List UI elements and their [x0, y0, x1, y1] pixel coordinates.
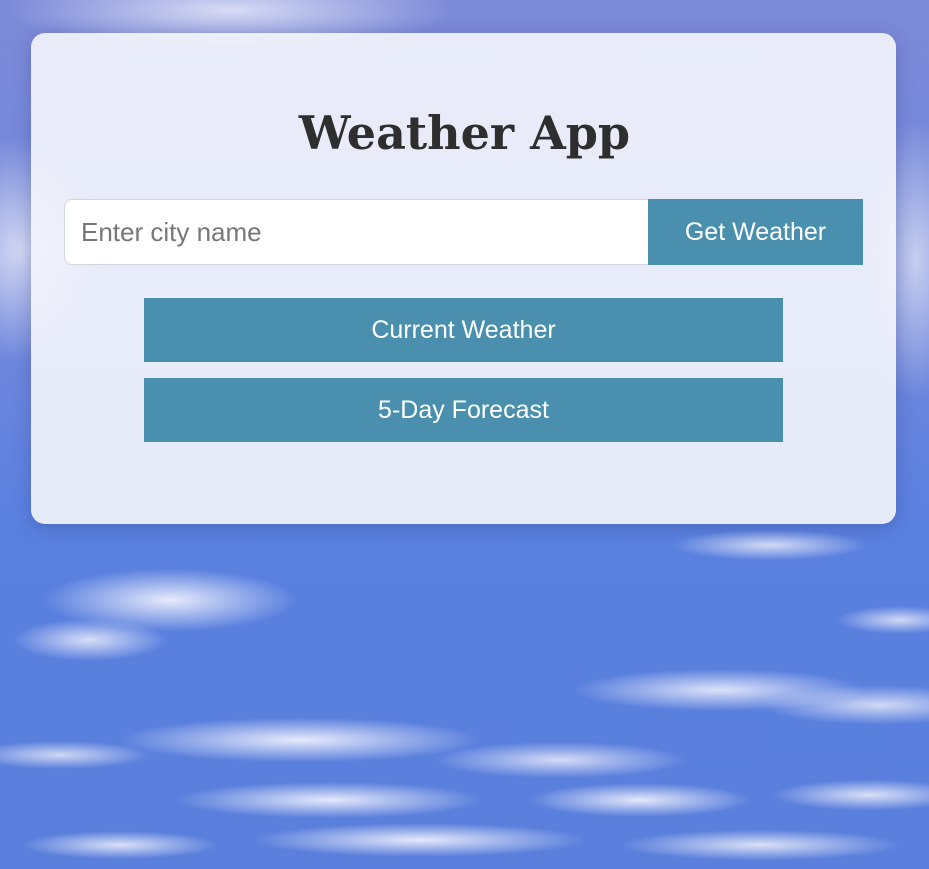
page-title: Weather App [298, 106, 631, 160]
current-weather-button[interactable]: Current Weather [144, 298, 783, 362]
app-background: { "app": { "title": "Weather App" }, "se… [0, 0, 929, 869]
search-bar: Get Weather [64, 199, 863, 265]
five-day-forecast-button[interactable]: 5-Day Forecast [144, 378, 783, 442]
city-name-input[interactable] [64, 199, 648, 265]
get-weather-button[interactable]: Get Weather [648, 199, 863, 265]
